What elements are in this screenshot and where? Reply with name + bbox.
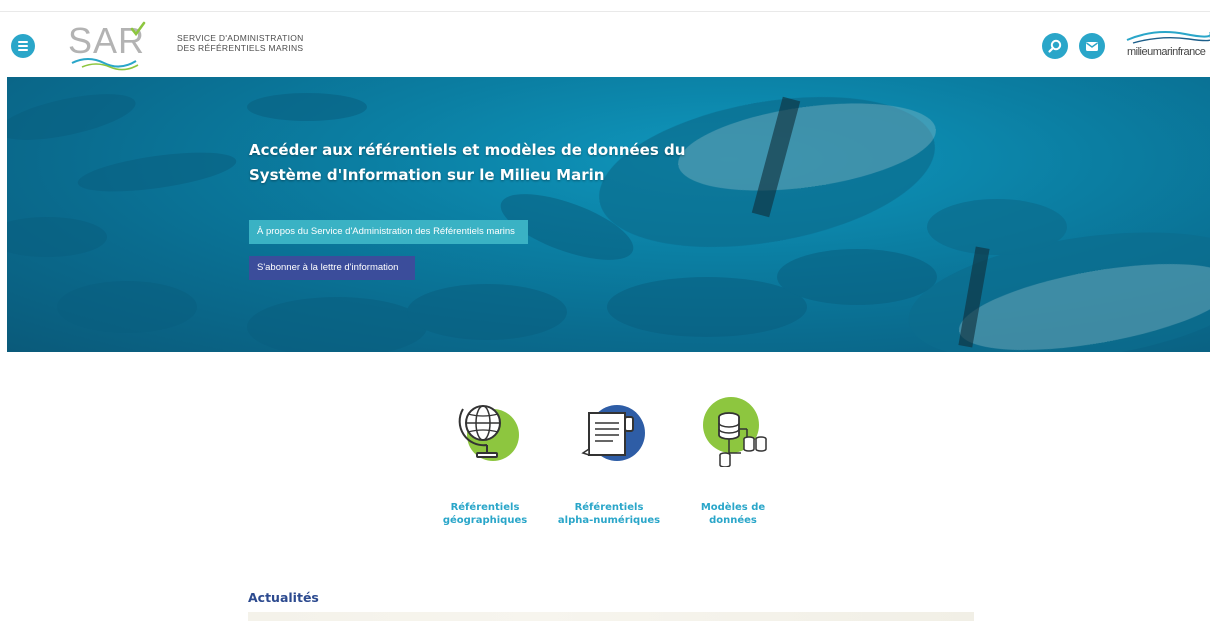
newsletter-subscribe-button[interactable]: S'abonner à la lettre d'information	[249, 256, 415, 280]
category-label-line2: alpha-numériques	[557, 515, 661, 526]
partner-logo-text: milieumarinfrance	[1127, 46, 1206, 58]
category-data-models[interactable]: Modèles de données	[673, 395, 793, 527]
category-alphanumeric[interactable]: Référentiels alpha-numériques	[549, 395, 669, 527]
category-label-line1: Référentiels	[450, 502, 520, 513]
sar-logo[interactable]: SAR	[66, 15, 162, 73]
categories: Référentiels géographiques Référentiels …	[0, 395, 1210, 540]
news-strip	[248, 612, 974, 621]
logo-subtitle-line2: DES RÉFÉRENTIELS MARINS	[177, 43, 304, 53]
mail-icon[interactable]	[1079, 33, 1105, 59]
category-label-line1: Référentiels	[574, 502, 644, 513]
logo-subtitle-line1: SERVICE D'ADMINISTRATION	[177, 33, 304, 43]
category-label-line2: géographiques	[442, 515, 528, 526]
logo-subtitle: SERVICE D'ADMINISTRATION DES RÉFÉRENTIEL…	[177, 33, 304, 53]
menu-icon[interactable]	[11, 34, 35, 58]
hero-banner: Accéder aux référentiels et modèles de d…	[7, 77, 1210, 352]
category-label-line2: données	[709, 515, 757, 526]
news-heading: Actualités	[248, 590, 319, 605]
logo-text: SAR	[68, 20, 145, 61]
partner-logo[interactable]: milieumarinfrance	[1125, 26, 1210, 66]
database-icon	[693, 395, 773, 468]
hero-title: Accéder aux référentiels et modèles de d…	[249, 141, 686, 184]
fish-background-image	[7, 93, 1210, 352]
document-icon	[569, 395, 649, 467]
category-geographic[interactable]: Référentiels géographiques	[425, 395, 545, 527]
category-label-line1: Modèles de	[700, 502, 766, 513]
about-sar-button[interactable]: À propos du Service d'Administration des…	[249, 220, 528, 244]
globe-icon	[445, 395, 525, 467]
site-header: SAR SERVICE D'ADMINISTRATION DES RÉFÉREN…	[0, 12, 1210, 76]
search-icon[interactable]	[1042, 33, 1068, 59]
